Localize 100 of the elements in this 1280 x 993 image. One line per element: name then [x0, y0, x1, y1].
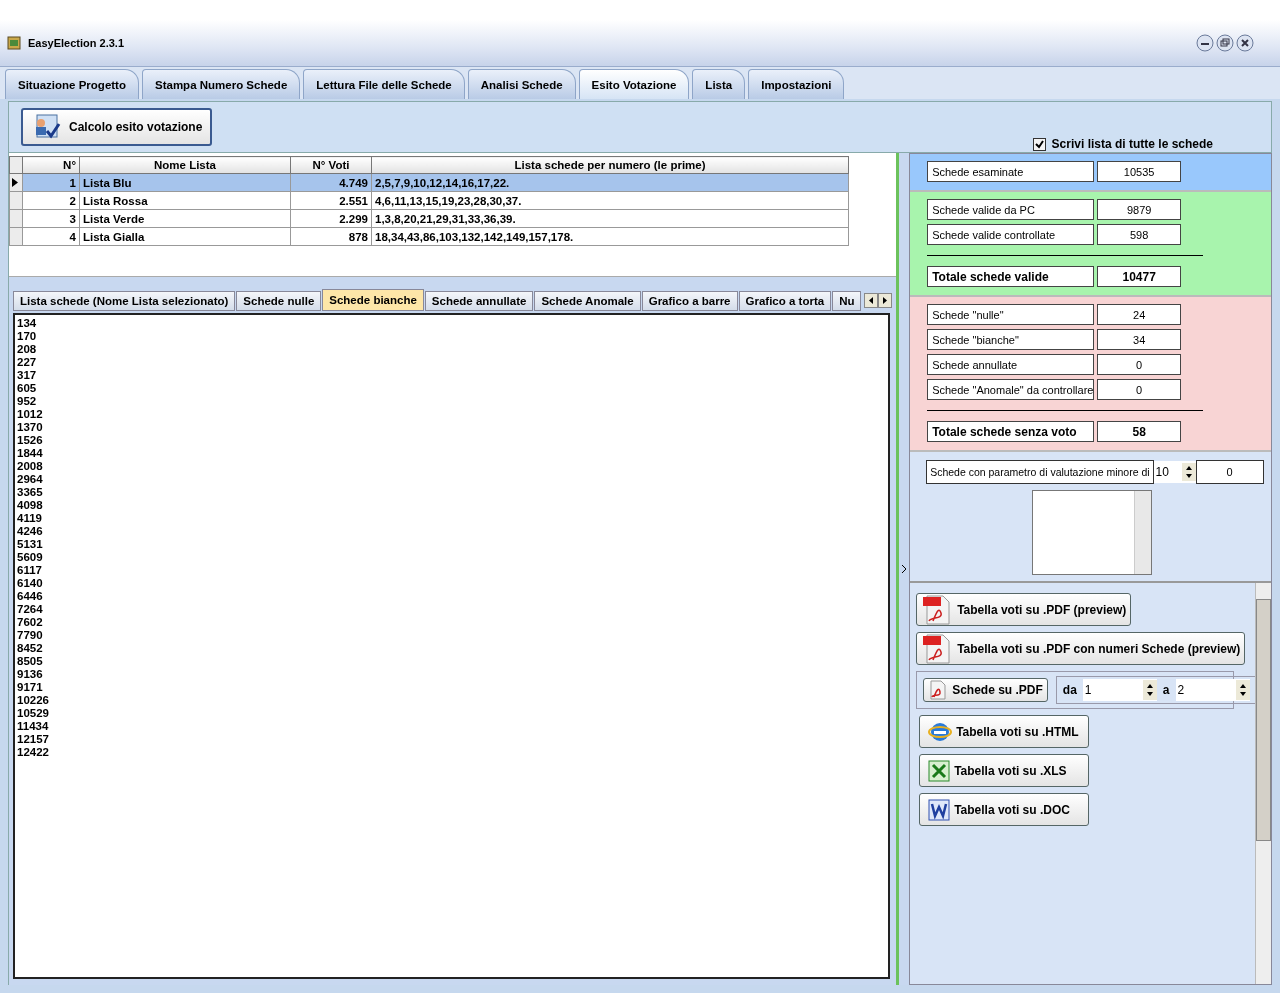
list-item: 3365 [17, 486, 43, 499]
tab[interactable]: Schede bianche [322, 289, 424, 311]
list-item: 227 [17, 356, 37, 369]
tab[interactable]: Schede nulle [236, 291, 322, 311]
tab[interactable]: Lista [692, 69, 746, 99]
table-cell: 2.299 [290, 209, 372, 228]
list-item: 1526 [17, 434, 43, 447]
list-item: 6117 [17, 564, 42, 577]
tab[interactable]: Schede Anomale [534, 291, 641, 311]
export-button[interactable]: Tabella voti su .PDF con numeri Schede (preview) [916, 632, 1246, 665]
list-item: 7602 [17, 616, 43, 629]
stat-label: Schede "Anomale" da controllare [927, 379, 1095, 400]
text-area[interactable] [1032, 490, 1153, 575]
export-button[interactable]: Tabella voti su .HTML [919, 715, 1090, 748]
from-label: da [1062, 683, 1077, 697]
list-item: 8452 [17, 642, 43, 655]
threshold-label: Schede con parametro di valutazione minore di [926, 460, 1154, 484]
list-item: 2008 [17, 460, 43, 473]
table-cell: 3 [22, 209, 80, 228]
table-cell: 18,34,43,86,103,132,142,149,157,178. [371, 227, 849, 246]
tab[interactable]: Stampa Numero Schede [142, 69, 301, 99]
spin-arrows-icon[interactable] [1142, 680, 1157, 700]
restore-icon[interactable] [1216, 34, 1234, 52]
tab[interactable]: Impostazioni [748, 69, 845, 99]
spin-field[interactable]: 2 [1175, 679, 1250, 701]
stat-label: Schede annullate [927, 354, 1095, 375]
table-cell: 878 [290, 227, 372, 246]
list-item: 1370 [17, 421, 43, 434]
spreadsheet-icon [928, 759, 951, 782]
tab[interactable]: Grafico a barre [641, 291, 738, 311]
column-header[interactable]: Lista schede per numero (le prime) [371, 156, 849, 174]
stat-label: Schede esaminate [927, 161, 1095, 182]
tab[interactable]: Lista schede (Nome Lista selezionato) [13, 291, 236, 311]
minimize-icon[interactable] [1196, 34, 1214, 52]
stat-value: 24 [1097, 304, 1182, 325]
list-item: 952 [17, 395, 37, 408]
stat-label: Schede valide controllate [927, 224, 1095, 245]
export-button[interactable]: Tabella voti su .PDF (preview) [916, 593, 1132, 626]
list-item: 7264 [17, 603, 43, 616]
list-item: 1012 [17, 408, 43, 421]
list-item: 208 [17, 343, 37, 356]
scroll-right-icon[interactable] [878, 293, 893, 308]
spin-arrows-icon[interactable] [1181, 463, 1196, 481]
table-cell: Lista Gialla [79, 227, 291, 246]
stat-value: 58 [1097, 421, 1182, 442]
spin-field[interactable]: 1 [1082, 679, 1157, 701]
stat-value: 0 [1097, 354, 1182, 375]
row-pointer-icon [12, 177, 18, 187]
list-item: 6446 [17, 590, 43, 603]
stat-label: Schede "bianche" [927, 329, 1095, 350]
stat-label: Totale schede valide [927, 266, 1095, 287]
calculate-button[interactable]: Calcolo esito votazione [21, 108, 213, 146]
stat-value: 9879 [1097, 199, 1182, 220]
close-icon[interactable] [1236, 34, 1254, 52]
list-item: 9171 [17, 681, 43, 694]
tab[interactable]: Situazione Progetto [5, 69, 139, 99]
list-item: 4098 [17, 499, 43, 512]
list-item: 5131 [17, 538, 43, 551]
column-header[interactable]: N° [22, 156, 80, 174]
table-cell: 1,3,8,20,21,29,31,33,36,39. [371, 209, 849, 228]
tab[interactable]: Nu [832, 291, 862, 311]
table-cell: Lista Verde [79, 209, 291, 228]
tab[interactable]: Analisi Schede [467, 69, 576, 99]
list-item: 4246 [17, 525, 43, 538]
window-title: EasyElection 2.3.1 [28, 37, 125, 49]
stat-value: 598 [1097, 224, 1182, 245]
column-header[interactable]: Nome Lista [79, 156, 291, 174]
list-item: 1844 [17, 447, 43, 460]
scrollbar[interactable] [1255, 583, 1271, 984]
table-cell: 2.551 [290, 191, 372, 210]
threshold-value: 0 [1195, 460, 1264, 484]
list-item: 170 [17, 330, 37, 343]
list-item: 134 [17, 317, 37, 330]
export-button[interactable]: Tabella voti su .DOC [919, 793, 1090, 826]
checkbox[interactable] [1032, 137, 1046, 151]
scroll-left-icon[interactable] [864, 293, 879, 308]
pdf-file-icon [928, 680, 949, 700]
spin-arrows-icon[interactable] [1235, 680, 1250, 700]
spin-field[interactable]: 10 [1153, 461, 1196, 483]
stat-value: 10535 [1097, 161, 1182, 182]
table-cell: 4 [22, 227, 80, 246]
to-label: a [1162, 683, 1170, 697]
list-item: 9136 [17, 668, 43, 681]
list-item: 12157 [17, 733, 49, 746]
app-icon [6, 35, 22, 51]
list-item: 8505 [17, 655, 43, 668]
tab[interactable]: Lettura File delle Schede [303, 69, 465, 99]
export-button[interactable]: Schede su .PDF [923, 678, 1048, 702]
tab[interactable]: Grafico a torta [738, 291, 832, 311]
list-item: 6140 [17, 577, 43, 590]
table-cell: 2 [22, 191, 80, 210]
list-item: 2964 [17, 473, 43, 486]
list-item: 4119 [17, 512, 42, 525]
scrollbar[interactable] [1134, 491, 1152, 574]
stat-value: 0 [1097, 379, 1182, 400]
column-header[interactable]: N° Voti [290, 156, 372, 174]
tab[interactable]: Schede annullate [424, 291, 534, 311]
export-button[interactable]: Tabella voti su .XLS [919, 754, 1090, 787]
tab[interactable]: Esito Votazione [578, 69, 690, 99]
list-item: 11434 [17, 720, 49, 733]
